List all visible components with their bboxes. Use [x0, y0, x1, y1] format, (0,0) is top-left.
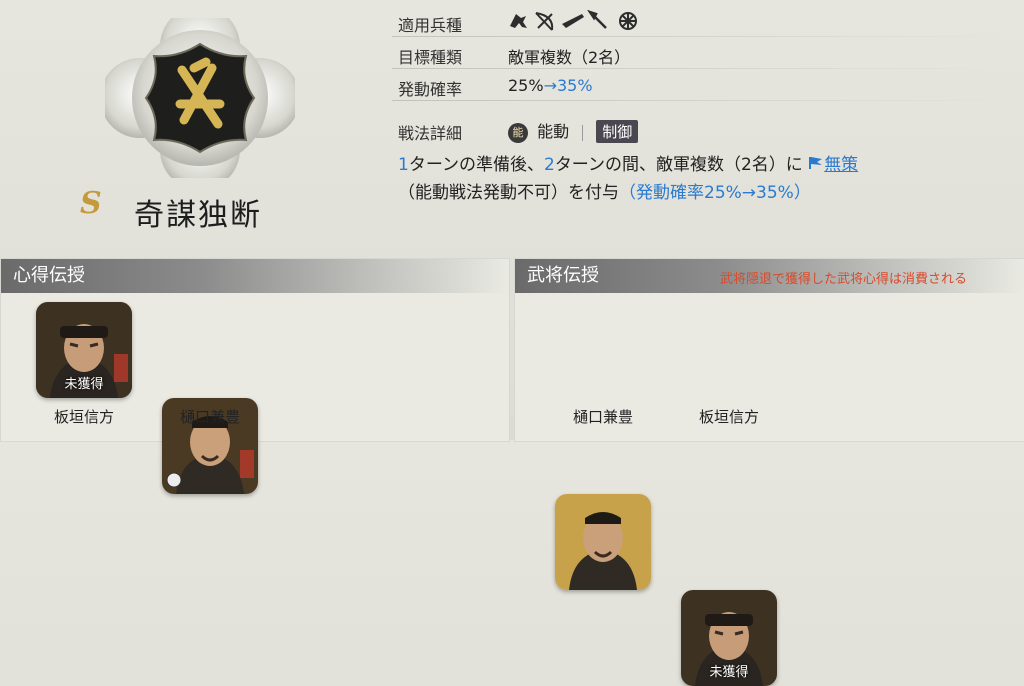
desc-number-2: 2 [543, 155, 555, 175]
cavalry-icon [510, 14, 527, 28]
card-name: 板垣信方 [53, 408, 114, 426]
troop-icons [508, 9, 648, 36]
card-name: 樋口兼豊 [572, 408, 633, 426]
portrait-card[interactable] [555, 494, 651, 590]
gun-icon [562, 14, 584, 28]
card-name: 板垣信方 [698, 408, 759, 426]
wheel-icon [619, 12, 637, 30]
target-type-label: 目標種類 [398, 48, 463, 67]
tactic-emblem [105, 18, 295, 178]
type-row: 能 能動 制御 [508, 118, 639, 143]
card-name: 樋口兼豊 [179, 408, 240, 426]
rate-upgraded: →35% [543, 76, 593, 95]
card-status: 未獲得 [709, 665, 749, 680]
active-type-label: 能動 [537, 122, 570, 141]
troop-type-label: 適用兵種 [398, 16, 463, 35]
activation-rate-label: 発動確率 [398, 80, 463, 99]
retire-note: 武将隠退で獲得した武将心得は消費される [720, 272, 968, 287]
tactic-name: 奇謀独断 [134, 198, 262, 233]
active-type-badge: 能 [508, 122, 528, 143]
portrait-card[interactable]: 未獲得 [681, 590, 777, 686]
desc-text-2: ターンの間、敵軍複数（2名）に [554, 155, 803, 175]
inherit-panel-title: 心得伝授 [1, 259, 509, 293]
card-status: 未獲得 [64, 377, 104, 392]
status-link-mushaku[interactable]: 無策 [824, 155, 858, 175]
grade-label: S [80, 186, 102, 221]
spear-icon [586, 9, 607, 29]
desc-text-3: （能動戦法発動不可）を付与 [398, 183, 619, 203]
detail-label: 戦法詳細 [398, 124, 463, 143]
activation-rate-value: 25%→35% [508, 76, 593, 95]
description-line-1: 1ターンの準備後、2ターンの間、敵軍複数（2名）に 無策 [398, 150, 858, 175]
general-portrait [555, 494, 651, 590]
desc-number-1: 1 [398, 155, 409, 175]
portrait-card[interactable]: 未獲得 [36, 302, 132, 398]
desc-rate-note: （発動確率25%→35%） [619, 183, 811, 203]
rate-base: 25% [508, 76, 544, 95]
target-type-value: 敵軍複数（2名） [508, 48, 631, 67]
flag-icon [808, 155, 824, 175]
desc-text-1: ターンの準備後、 [408, 155, 544, 175]
description-line-2: （能動戦法発動不可）を付与（発動確率25%→35%） [398, 178, 811, 203]
category-tag: 制御 [596, 120, 639, 143]
bow-icon [535, 12, 554, 31]
